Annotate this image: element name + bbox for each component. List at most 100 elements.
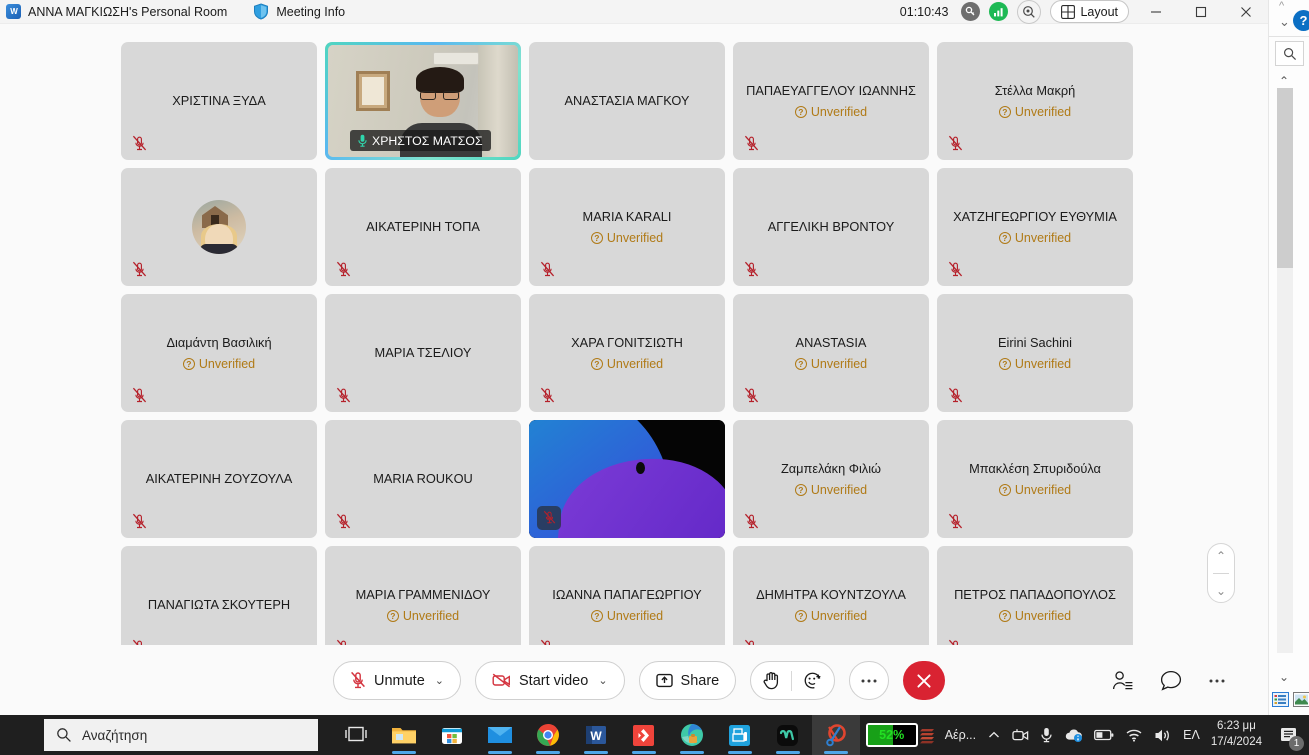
participant-tile[interactable]: Eirini Sachini? Unverified (937, 294, 1133, 412)
show-hidden-icons-icon[interactable] (987, 728, 1001, 742)
stepper-up-icon[interactable]: ⌃ (1216, 550, 1226, 562)
battery-icon[interactable] (1094, 729, 1114, 741)
taskbar-search-box[interactable]: Αναζήτηση (44, 719, 318, 751)
rail-scroll-up-icon[interactable]: ⌃ (1279, 74, 1289, 88)
google-chrome-icon[interactable] (524, 715, 572, 755)
reactions-smiley-icon[interactable] (803, 671, 822, 690)
participant-tile[interactable] (529, 420, 725, 538)
mail-icon[interactable] (476, 715, 524, 755)
start-video-button[interactable]: Start video ⌄ (475, 661, 625, 700)
participant-tile[interactable]: ΑΓΓΕΛΙΚΗ ΒΡΟΝΤΟΥ (733, 168, 929, 286)
start-video-chevron-down-icon[interactable]: ⌄ (598, 674, 607, 687)
view-thumbnail-icon[interactable] (1293, 692, 1309, 707)
battery-status-chip[interactable]: 52% (865, 723, 918, 747)
maximize-icon[interactable] (1183, 0, 1219, 24)
participant-tile[interactable]: ΑΙΚΑΤΕΡΙΝΗ ΖΟΥΖΟΥΛΑ (121, 420, 317, 538)
page-stepper[interactable]: ⌃ ⌄ (1207, 543, 1235, 603)
taskbar-clock[interactable]: 6:23 μμ 17/4/2024 (1211, 719, 1262, 750)
layout-button[interactable]: Layout (1050, 0, 1129, 23)
camera-icon[interactable] (1012, 728, 1029, 743)
participant-name: Ζαμπελάκη Φιλιώ (780, 461, 882, 476)
unverified-badge: ? Unverified (998, 104, 1072, 119)
zoom-view-icon[interactable] (1017, 0, 1042, 24)
participants-icon[interactable] (1112, 670, 1134, 691)
view-list-icon[interactable] (1272, 692, 1289, 707)
unmute-button[interactable]: Unmute ⌄ (333, 661, 461, 700)
microphone-active-icon (358, 134, 367, 147)
unverified-label: Unverified (606, 230, 664, 245)
participant-tile[interactable]: ΧΡΙΣΤΙΝΑ ΞΥΔΑ (121, 42, 317, 160)
participant-tile[interactable]: Ζαμπελάκη Φιλιώ? Unverified (733, 420, 929, 538)
unverified-badge: ? Unverified (998, 609, 1071, 623)
rail-scroll-down-icon[interactable]: ⌄ (1279, 670, 1289, 684)
more-options-right-icon[interactable] (1208, 678, 1226, 684)
tray-app-aeroplan[interactable]: Αέρ... (918, 725, 976, 745)
printer-app-icon[interactable] (716, 715, 764, 755)
participant-tile[interactable]: MARIA ROUKOU (325, 420, 521, 538)
participant-tile[interactable]: ΜΑΡΙΑ ΤΣΕΛΙΟΥ (325, 294, 521, 412)
participant-tile[interactable]: Στέλλα Μακρή? Unverified (937, 42, 1133, 160)
question-mark-icon: ? (998, 357, 1011, 370)
participant-tile[interactable]: ΧΑΡΑ ΓΟΝΙΤΣΙΩΤΗ? Unverified (529, 294, 725, 412)
video-ac-unit (433, 52, 479, 65)
help-button[interactable]: ? (1293, 10, 1309, 31)
microphone-muted-icon (132, 135, 147, 151)
unverified-badge: ? Unverified (386, 609, 459, 623)
microsoft-store-icon[interactable] (428, 715, 476, 755)
webex-teams-icon[interactable] (764, 715, 812, 755)
participant-tile[interactable]: ΑΝΑΣΤΑΣΙΑ ΜΑΓΚΟΥ (529, 42, 725, 160)
participant-tile[interactable]: ΧΑΤΖΗΓΕΩΡΓΙΟΥ ΕΥΘΥΜΙΑ? Unverified (937, 168, 1133, 286)
microphone-icon[interactable] (1040, 727, 1053, 743)
participant-tile[interactable] (121, 168, 317, 286)
share-button[interactable]: Share (638, 661, 737, 700)
rail-chevron-down-icon[interactable]: ⌄ (1279, 14, 1290, 30)
notifications-button[interactable]: 1 (1273, 720, 1304, 751)
participant-tile[interactable]: Διαμάντη Βασιλική? Unverified (121, 294, 317, 412)
battery-percent: 52% (879, 728, 905, 742)
question-mark-icon: ? (998, 609, 1011, 622)
minimize-icon[interactable] (1138, 0, 1174, 24)
close-icon[interactable] (1228, 0, 1264, 24)
unverified-badge: ? Unverified (590, 230, 664, 245)
participant-tile[interactable]: ΧΡΗΣΤΟΣ ΜΑΤΣΟΣ (325, 42, 521, 160)
participant-tile[interactable]: ANASTASIA? Unverified (733, 294, 929, 412)
unmute-chevron-down-icon[interactable]: ⌄ (435, 674, 444, 687)
participant-tile[interactable]: ΑΙΚΑΤΕΡΙΝΗ ΤΟΠΑ (325, 168, 521, 286)
leave-meeting-button[interactable] (903, 661, 946, 700)
anydesk-icon[interactable] (620, 715, 668, 755)
participant-tile[interactable]: ΠΑΠΑΕΥΑΓΓΕΛΟΥ ΙΩΑΝΝΗΣ? Unverified (733, 42, 929, 160)
snipping-tool-icon[interactable] (811, 715, 860, 755)
unverified-label: Unverified (1014, 482, 1072, 497)
participant-name: ANASTASIA (795, 335, 867, 350)
network-quality-icon[interactable] (989, 2, 1009, 21)
unverified-badge: ? Unverified (794, 105, 867, 119)
unverified-badge: ? Unverified (590, 357, 663, 371)
unverified-badge: ? Unverified (794, 609, 867, 623)
chat-bubble-icon[interactable] (1160, 670, 1182, 691)
video-person-hair (416, 67, 464, 93)
meeting-info-button[interactable]: Meeting Info (253, 3, 345, 20)
microphone-muted-icon (336, 513, 351, 529)
participant-tile[interactable]: MARIA KARALI? Unverified (529, 168, 725, 286)
title-bar-left: W ANNA ΜΑΓΚΙΩΣΗ's Personal Room (0, 4, 227, 19)
microphone-muted-icon (540, 387, 555, 403)
video-shape-dot (636, 462, 645, 474)
keyboard-language[interactable]: ΕΛ (1183, 728, 1200, 742)
wifi-icon[interactable] (1125, 728, 1143, 742)
volume-icon[interactable] (1154, 728, 1172, 743)
microsoft-edge-icon[interactable] (668, 715, 716, 755)
task-view-icon[interactable] (332, 715, 380, 755)
unverified-label: Unverified (1014, 104, 1072, 119)
onedrive-sync-icon[interactable] (1064, 728, 1083, 742)
raise-hand-icon[interactable] (763, 671, 780, 690)
rail-search-button[interactable] (1275, 41, 1304, 66)
more-options-button[interactable] (849, 661, 890, 700)
file-explorer-icon[interactable] (380, 715, 428, 755)
rail-scrollbar-thumb[interactable] (1277, 88, 1293, 268)
stepper-down-icon[interactable]: ⌄ (1216, 585, 1226, 597)
key-icon[interactable] (961, 2, 981, 21)
participant-name: ΑΓΓΕΛΙΚΗ ΒΡΟΝΤΟΥ (767, 219, 895, 234)
participant-tile[interactable]: Μπακλέση Σπυριδούλα? Unverified (937, 420, 1133, 538)
microsoft-word-icon[interactable]: W (572, 715, 620, 755)
rail-chevron-up-icon[interactable]: ^ (1279, 0, 1284, 12)
